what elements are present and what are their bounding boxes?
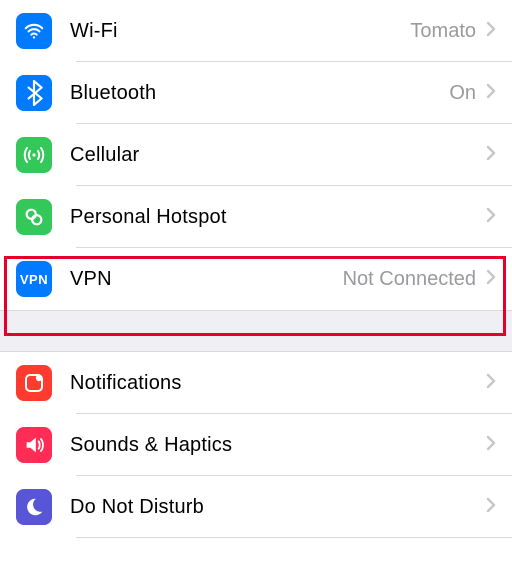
row-sounds[interactable]: Sounds & Haptics [0, 414, 512, 476]
row-value: Not Connected [343, 268, 476, 291]
row-label: Do Not Disturb [70, 496, 204, 519]
row-label: Notifications [70, 372, 182, 395]
chevron-right-icon [486, 269, 496, 290]
chevron-right-icon [486, 207, 496, 228]
row-value: On [449, 82, 476, 105]
dnd-icon [16, 489, 52, 525]
chevron-right-icon [486, 145, 496, 166]
separator [76, 537, 512, 538]
chevron-right-icon [486, 373, 496, 394]
row-label: Cellular [70, 144, 139, 167]
row-label: Bluetooth [70, 82, 156, 105]
row-notifications[interactable]: Notifications [0, 352, 512, 414]
settings-section-alerts: Notifications Sounds & Haptics Do Not Di… [0, 352, 512, 538]
row-wifi[interactable]: Wi-Fi Tomato [0, 0, 512, 62]
notifications-icon [16, 365, 52, 401]
row-label: VPN [70, 268, 112, 291]
section-gap [0, 311, 512, 351]
row-dnd[interactable]: Do Not Disturb [0, 476, 512, 538]
row-bluetooth[interactable]: Bluetooth On [0, 62, 512, 124]
chevron-right-icon [486, 21, 496, 42]
row-label: Personal Hotspot [70, 206, 227, 229]
row-value: Tomato [410, 20, 476, 43]
cellular-icon [16, 137, 52, 173]
row-cellular[interactable]: Cellular [0, 124, 512, 186]
row-label: Wi-Fi [70, 20, 118, 43]
settings-section-connectivity: Wi-Fi Tomato Bluetooth On Cellular [0, 0, 512, 311]
sounds-icon [16, 427, 52, 463]
chevron-right-icon [486, 435, 496, 456]
hotspot-icon [16, 199, 52, 235]
wifi-icon [16, 13, 52, 49]
bluetooth-icon [16, 75, 52, 111]
chevron-right-icon [486, 83, 496, 104]
vpn-icon: VPN [16, 261, 52, 297]
row-label: Sounds & Haptics [70, 434, 232, 457]
chevron-right-icon [486, 497, 496, 518]
row-vpn[interactable]: VPN VPN Not Connected [0, 248, 512, 310]
row-hotspot[interactable]: Personal Hotspot [0, 186, 512, 248]
